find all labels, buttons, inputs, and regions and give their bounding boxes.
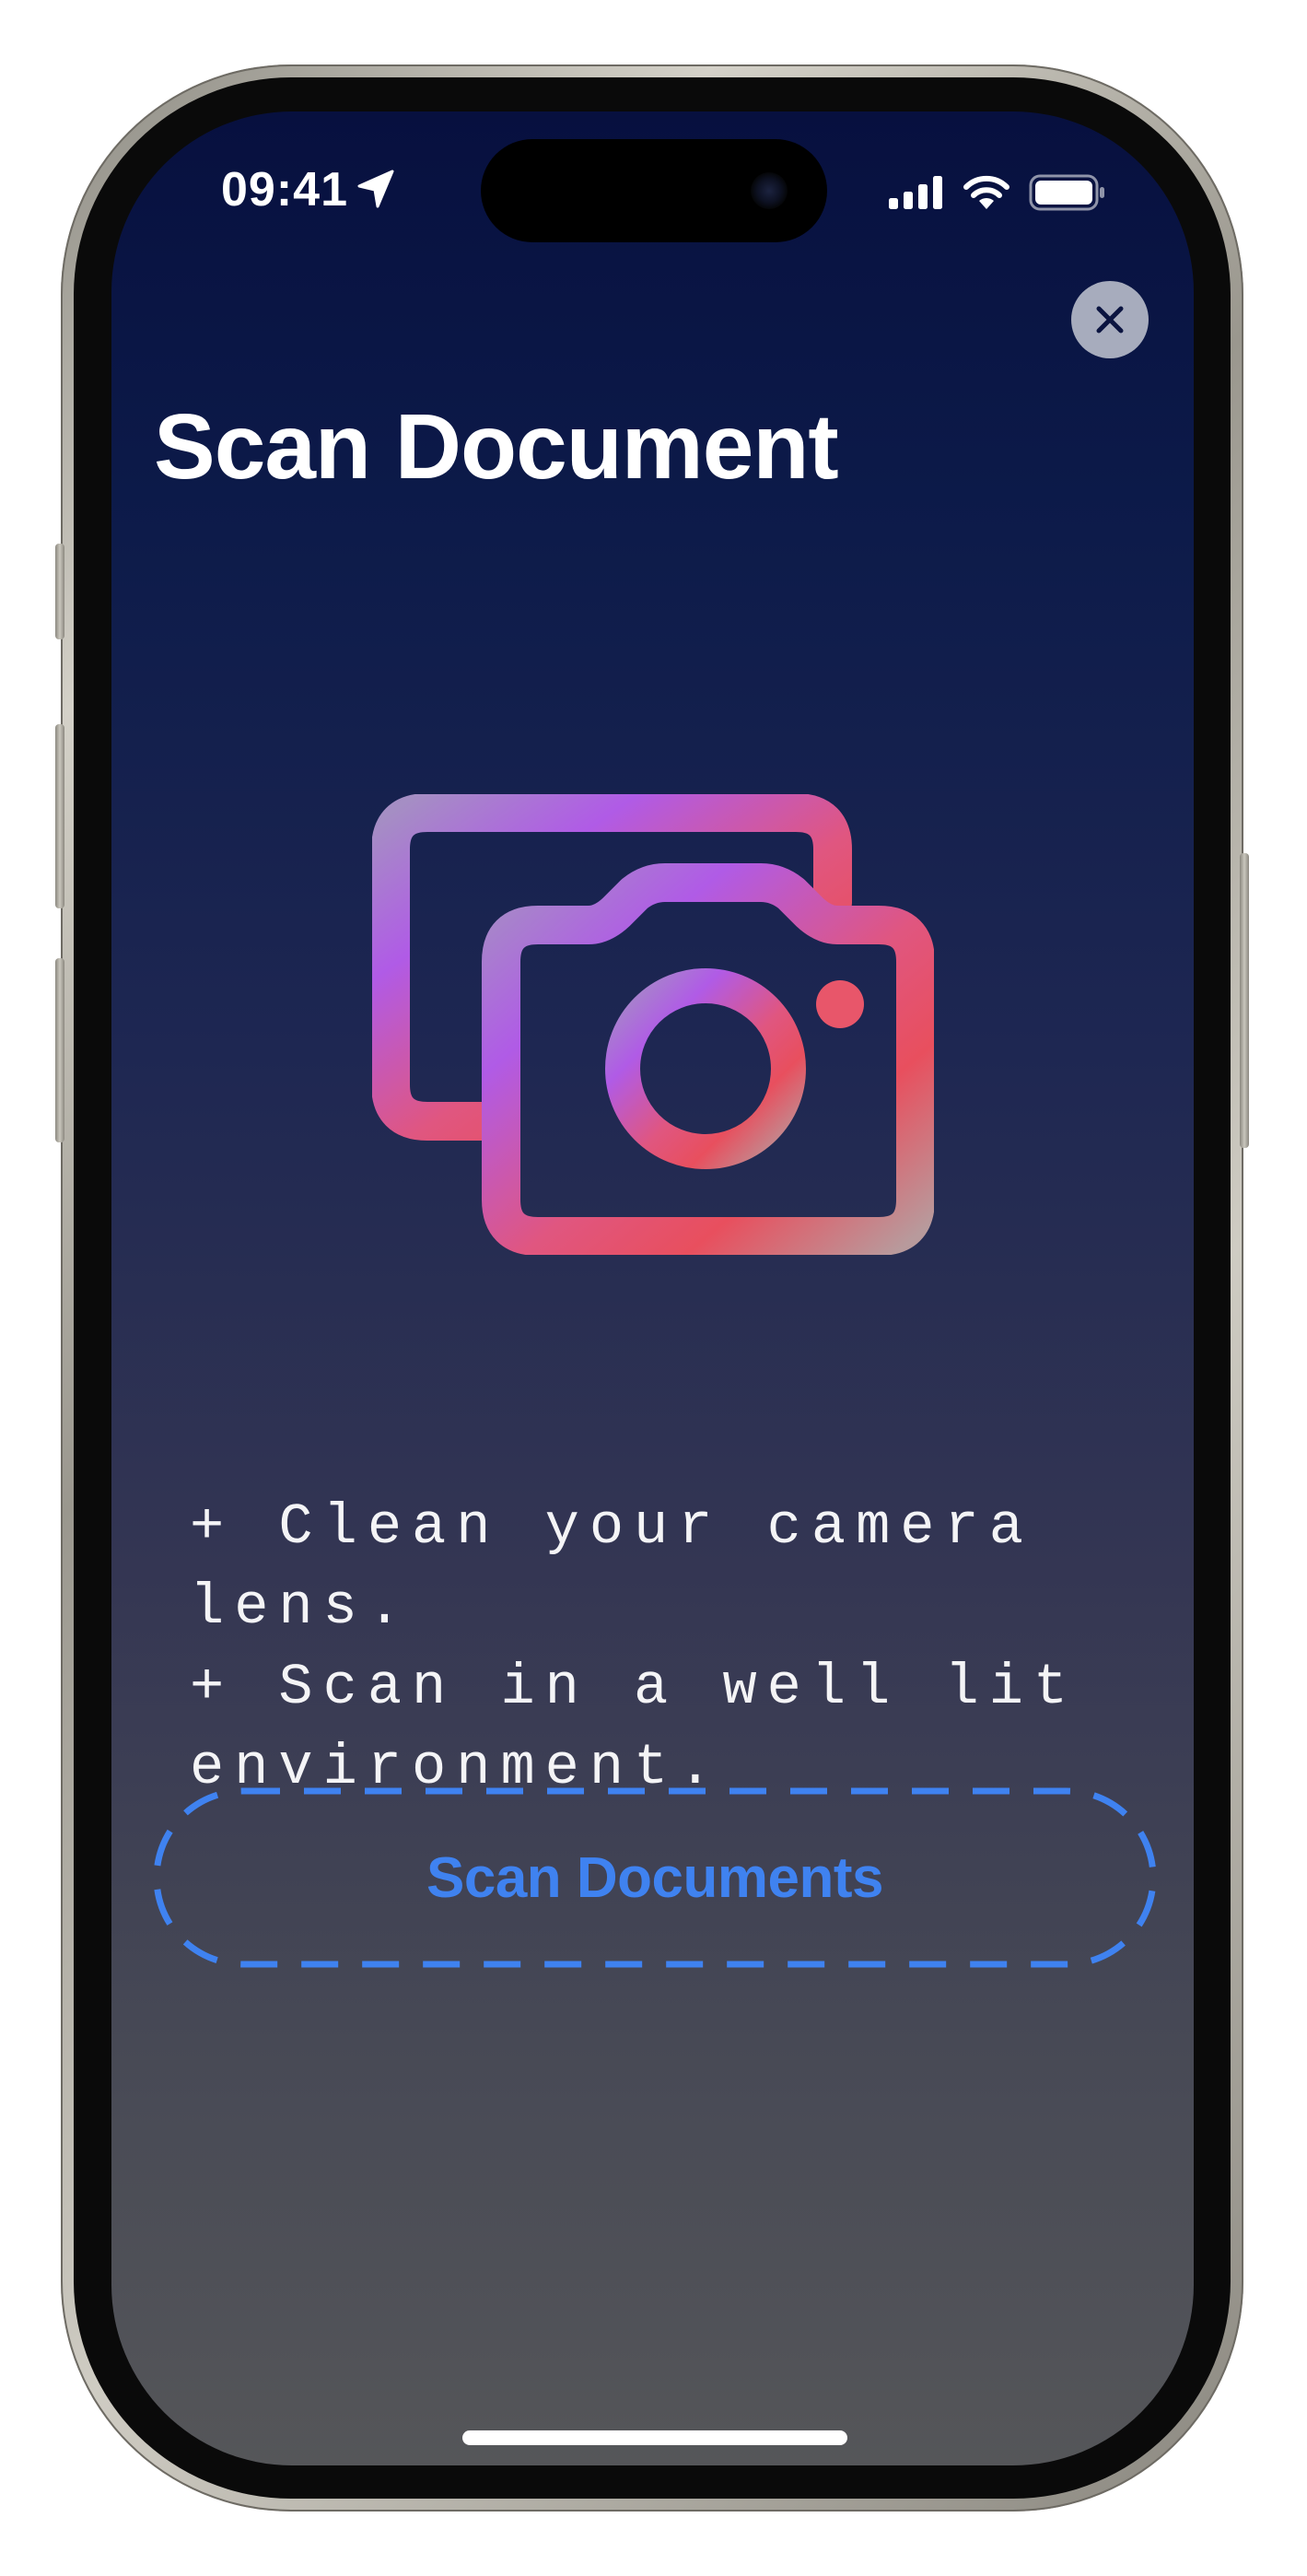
status-icons [889,171,1106,214]
front-camera [751,172,788,209]
camera-photos-icon [372,794,934,1255]
status-time: 09:41 [221,163,348,217]
location-arrow-icon [357,170,394,208]
cellular-signal-icon [889,176,942,209]
battery-icon [1029,174,1104,211]
volume-down-button [55,958,64,1142]
scan-documents-label: Scan Documents [426,1845,884,1910]
power-button [1240,853,1249,1148]
volume-up-button [55,724,64,908]
tip-item: + Clean your camera lens. [190,1494,1079,1640]
home-indicator[interactable] [462,2430,847,2445]
tip-item: + Scan in a well lit environment. [190,1655,1123,1800]
close-button[interactable] [1071,281,1149,358]
wifi-icon [963,175,1009,209]
page-title: Scan Document [154,395,839,498]
scan-documents-button[interactable]: Scan Documents [153,1787,1157,1968]
action-button [55,544,64,639]
close-icon [1096,306,1124,334]
scan-tips: + Clean your camera lens. + Scan in a wel… [190,1487,1148,1808]
